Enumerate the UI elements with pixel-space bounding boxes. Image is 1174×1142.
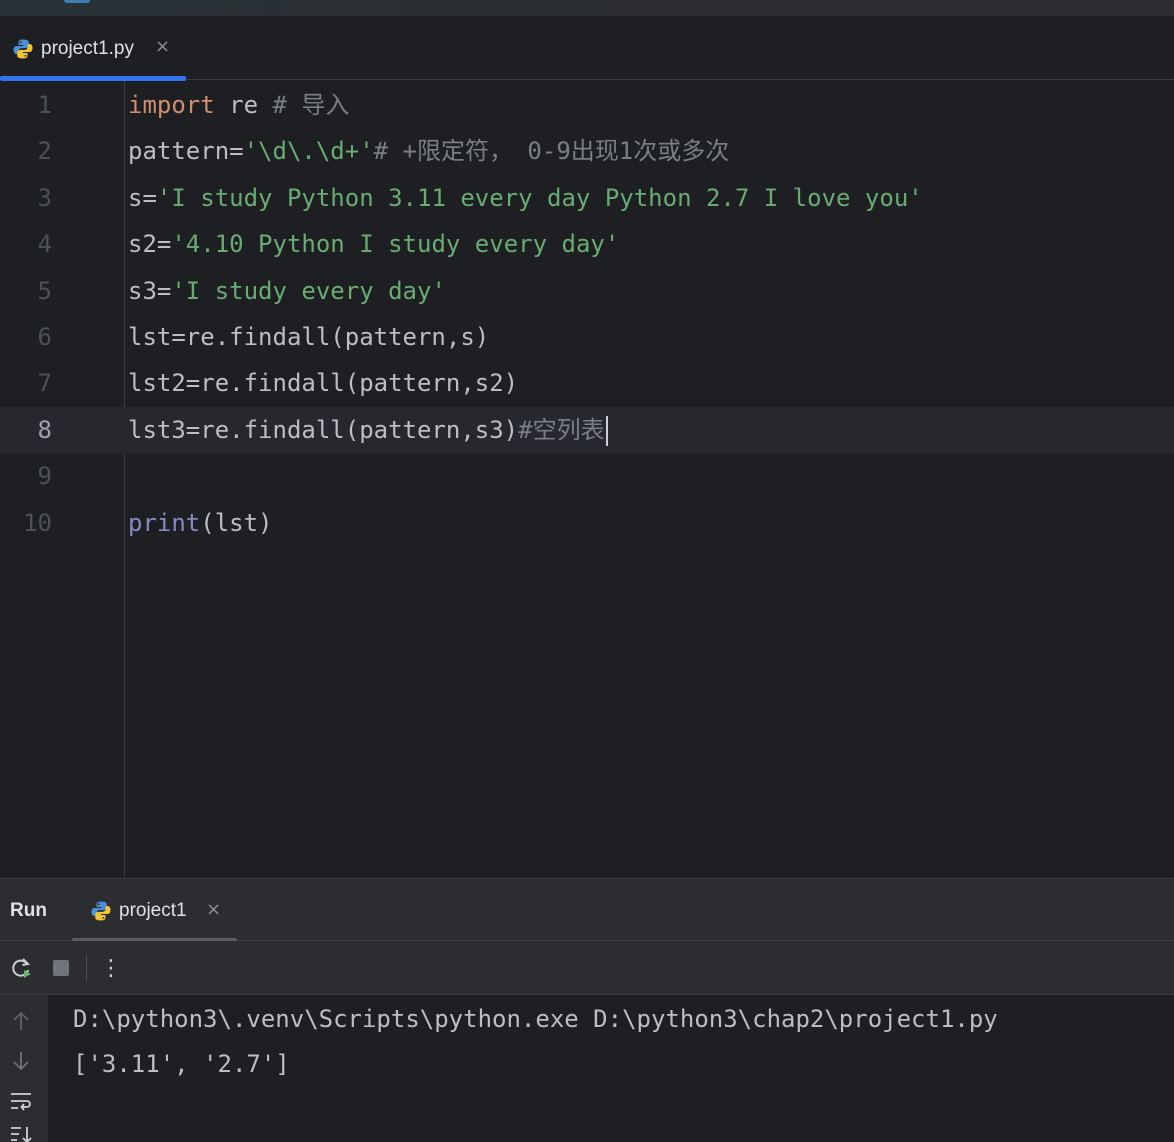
code-editor[interactable]: 1 import re # 导入 2 pattern='\d\.\d+'# +限定符，…	[0, 81, 1174, 878]
python-icon	[12, 38, 34, 64]
window-title-strip	[0, 0, 1174, 16]
toolbar-separator	[86, 955, 87, 981]
code-text: s3='I study every day'	[128, 268, 446, 314]
token-str: 'I study Python 3.11 every day Python 2.…	[156, 183, 923, 212]
text-caret	[605, 415, 608, 446]
line-number: 4	[37, 230, 52, 259]
token-cmt: #空列表	[518, 415, 605, 444]
code-line[interactable]: 10 print(lst)	[0, 500, 1174, 546]
rerun-button[interactable]	[6, 953, 36, 983]
soft-wrap-button[interactable]	[9, 1089, 33, 1113]
token-cmt: # +限定符， 0-9出现1次或多次	[373, 137, 730, 166]
code-line[interactable]: 2 pattern='\d\.\d+'# +限定符， 0-9出现1次或多次	[0, 128, 1174, 174]
code-text: lst3=re.findall(pattern,s3)#空列表	[128, 407, 608, 453]
code-line[interactable]: 3 s='I study Python 3.11 every day Python…	[0, 175, 1174, 221]
token-str: 'I study every day'	[171, 276, 446, 305]
more-options-button[interactable]: ⋮	[96, 953, 126, 983]
console-line-command: D:\python3\.venv\Scripts\python.exe D:\p…	[73, 1005, 998, 1033]
run-panel: Run project1 × ⋮ D:\python3\.venv\Script…	[0, 878, 1174, 1142]
line-number: 3	[37, 183, 52, 212]
arrow-up-icon	[13, 1011, 29, 1030]
token-str: '\d\.\d+'	[243, 137, 374, 166]
editor-tab-label: project1.py	[41, 38, 134, 59]
line-number: 1	[37, 91, 52, 119]
console-line-result: ['3.11', '2.7']	[73, 1050, 290, 1078]
code-line[interactable]: 4 s2='4.10 Python I study every day'	[0, 221, 1174, 267]
token-plain: (lst)	[200, 508, 273, 537]
line-number: 9	[37, 462, 52, 491]
code-line[interactable]: 6 lst=re.findall(pattern,s)	[0, 314, 1174, 360]
token-plain: s=	[128, 183, 157, 212]
console-output[interactable]: D:\python3\.venv\Scripts\python.exe D:\p…	[73, 995, 1163, 1087]
arrow-down-button[interactable]	[9, 1049, 33, 1073]
code-line[interactable]: 1 import re # 导入	[0, 82, 1174, 128]
run-tab-project1[interactable]: project1 ×	[72, 879, 237, 942]
python-icon	[90, 900, 112, 926]
code-line[interactable]: 7 lst2=re.findall(pattern,s2)	[0, 360, 1174, 406]
close-icon[interactable]: ×	[206, 899, 221, 920]
code-line[interactable]: 9	[0, 453, 1174, 499]
code-text: pattern='\d\.\d+'# +限定符， 0-9出现1次或多次	[128, 128, 729, 174]
token-str: '4.10 Python I study every day'	[171, 230, 620, 259]
token-plain: s3=	[128, 276, 172, 305]
code-text: lst=re.findall(pattern,s)	[128, 314, 489, 360]
editor-tab-bar: project1.py ×	[0, 16, 1174, 81]
scroll-to-end-button[interactable]	[9, 1123, 33, 1142]
token-plain: pattern=	[128, 137, 244, 166]
arrow-up-button[interactable]	[9, 1009, 33, 1033]
token-plain: lst3=re.findall(pattern,s3)	[128, 415, 519, 444]
token-builtin: print	[128, 508, 201, 537]
run-tab-label: project1	[119, 900, 187, 921]
run-toolbar: ⋮	[0, 941, 1174, 995]
code-line[interactable]: 5 s3='I study every day'	[0, 268, 1174, 314]
code-text: print(lst)	[128, 500, 273, 546]
token-cmt: # 导入	[272, 91, 350, 119]
token-plain: re	[214, 91, 273, 119]
token-kw: import	[128, 91, 215, 119]
title-strip-marker	[64, 0, 90, 3]
close-icon[interactable]: ×	[155, 36, 170, 57]
line-number: 7	[37, 369, 52, 398]
code-text: lst2=re.findall(pattern,s2)	[128, 360, 518, 406]
scroll-to-end-icon	[11, 1127, 32, 1142]
console-side-toolbar	[0, 995, 48, 1142]
code-line[interactable]: 8 lst3=re.findall(pattern,s3)#空列表	[0, 406, 1174, 453]
token-plain: lst2=re.findall(pattern,s2)	[128, 369, 519, 398]
line-number: 8	[37, 415, 52, 444]
token-plain: s2=	[128, 230, 172, 259]
run-panel-title: Run	[10, 900, 47, 921]
line-number: 6	[37, 323, 52, 351]
run-panel-header: Run project1 ×	[0, 879, 1174, 942]
code-text: s2='4.10 Python I study every day'	[128, 221, 619, 267]
line-number: 5	[37, 276, 52, 305]
code-text: s='I study Python 3.11 every day Python …	[128, 175, 923, 221]
editor-tab-project1[interactable]: project1.py ×	[0, 16, 186, 81]
stop-icon	[53, 960, 69, 976]
line-number: 10	[23, 508, 52, 537]
rerun-icon	[12, 958, 31, 978]
stop-button[interactable]	[46, 953, 76, 983]
token-plain: lst=re.findall(pattern,s)	[128, 323, 490, 351]
line-number: 2	[37, 137, 52, 166]
code-text: import re # 导入	[128, 82, 349, 128]
arrow-down-icon	[13, 1052, 29, 1071]
soft-wrap-icon	[11, 1093, 31, 1111]
